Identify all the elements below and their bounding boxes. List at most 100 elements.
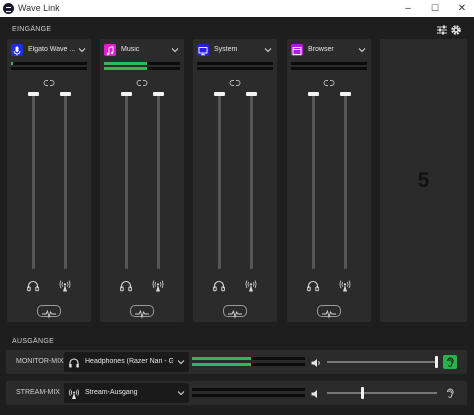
effects-waveform-button[interactable] xyxy=(37,305,61,319)
chevron-down-icon[interactable] xyxy=(170,45,180,55)
link-icon[interactable] xyxy=(43,79,55,87)
inputs-section-label: EINGÄNGE xyxy=(12,26,52,33)
listen-toggle-button[interactable] xyxy=(443,386,457,400)
input-meter-left xyxy=(197,62,273,65)
link-icon[interactable] xyxy=(323,79,335,87)
output-device-select[interactable]: Headphones (Razer Nari - G... xyxy=(64,352,189,372)
volume-slider-knob[interactable] xyxy=(361,387,364,399)
stream-mix-slider-track[interactable] xyxy=(157,95,160,269)
close-button[interactable]: ✕ xyxy=(448,0,474,17)
outputs-section-label: AUSGÄNGE xyxy=(12,338,55,345)
window-title: Wave Link xyxy=(18,3,60,13)
output-device-name: Stream-Ausgang xyxy=(85,389,138,396)
output-meter-fill xyxy=(192,357,251,360)
output-meter-right xyxy=(192,394,305,397)
ear-icon xyxy=(446,388,454,398)
input-meter-fill xyxy=(11,62,13,65)
channel-name: System xyxy=(214,46,238,53)
output-row-stream-mix: STREAM-MIX Stream-Ausgang xyxy=(6,381,467,405)
chevron-down-icon[interactable] xyxy=(263,45,273,55)
input-meter-left xyxy=(291,62,367,65)
chevron-down-icon[interactable] xyxy=(357,45,367,55)
output-label: MONITOR-MIX xyxy=(16,358,64,365)
monitor-mix-slider-knob[interactable] xyxy=(214,92,225,96)
stream-mix-slider-track[interactable] xyxy=(344,95,347,269)
link-icon[interactable] xyxy=(136,79,148,87)
output-row-monitor-mix: MONITOR-MIX Headphones (Razer Nari - G..… xyxy=(6,350,467,374)
headphones-icon[interactable] xyxy=(26,279,40,293)
minimize-button[interactable]: – xyxy=(394,0,422,17)
waveform-icon xyxy=(38,306,60,323)
monitor-mix-slider-track[interactable] xyxy=(125,95,128,269)
waveform-icon xyxy=(131,306,153,323)
output-meter-right xyxy=(192,363,305,366)
stream-mix-slider-track[interactable] xyxy=(64,95,67,269)
waveform-icon xyxy=(318,306,340,323)
volume-slider-track[interactable] xyxy=(327,361,437,363)
monitor-mix-slider-knob[interactable] xyxy=(308,92,319,96)
input-meter-right xyxy=(197,67,273,70)
chevron-down-icon[interactable] xyxy=(77,45,87,55)
empty-channel-slot[interactable]: 5 xyxy=(380,39,467,322)
input-channel-strip: System xyxy=(193,39,277,322)
channel-name: Elgato Wave ... xyxy=(28,46,76,53)
stream-mix-slider-knob[interactable] xyxy=(153,92,164,96)
stream-mix-slider-knob[interactable] xyxy=(60,92,71,96)
link-icon[interactable] xyxy=(229,79,241,87)
wave-link-logo-icon xyxy=(3,3,14,14)
slot-number: 5 xyxy=(417,169,430,192)
input-meter-right xyxy=(291,67,367,70)
broadcast-icon xyxy=(68,387,80,399)
stream-mix-slider-track[interactable] xyxy=(250,95,253,269)
headphones-icon[interactable] xyxy=(119,279,133,293)
headphones-icon xyxy=(68,356,80,368)
output-device-select[interactable]: Stream-Ausgang xyxy=(64,383,189,403)
broadcast-icon[interactable] xyxy=(58,279,72,293)
broadcast-icon[interactable] xyxy=(244,279,258,293)
maximize-button[interactable]: ☐ xyxy=(421,0,449,17)
chevron-down-icon xyxy=(176,357,186,367)
input-meter-left xyxy=(11,62,87,65)
stream-mix-slider-knob[interactable] xyxy=(340,92,351,96)
input-meter-fill xyxy=(104,62,147,65)
chevron-down-icon xyxy=(176,388,186,398)
speaker-icon[interactable] xyxy=(310,356,322,368)
music-note-icon xyxy=(104,44,116,56)
microphone-icon xyxy=(11,44,23,56)
input-meter-right xyxy=(11,67,87,70)
monitor-mix-slider-track[interactable] xyxy=(218,95,221,269)
title-bar: Wave Link – ☐ ✕ xyxy=(0,0,474,17)
effects-waveform-button[interactable] xyxy=(223,305,247,319)
output-device-name: Headphones (Razer Nari - G... xyxy=(85,358,173,365)
channel-name: Music xyxy=(121,46,140,53)
broadcast-icon[interactable] xyxy=(151,279,165,293)
input-channel-strip: Music xyxy=(100,39,184,322)
input-meter-left xyxy=(104,62,180,65)
input-channel-strip: Elgato Wave ... xyxy=(7,39,91,322)
stream-mix-slider-knob[interactable] xyxy=(246,92,257,96)
monitor-mix-slider-track[interactable] xyxy=(32,95,35,269)
volume-slider-knob[interactable] xyxy=(435,356,438,368)
listen-toggle-button[interactable] xyxy=(443,355,457,369)
filter-settings-icon[interactable] xyxy=(436,24,448,36)
volume-slider-track[interactable] xyxy=(327,392,437,394)
monitor-mix-slider-track[interactable] xyxy=(312,95,315,269)
effects-waveform-button[interactable] xyxy=(317,305,341,319)
output-meter-fill xyxy=(192,363,251,366)
monitor-mix-slider-knob[interactable] xyxy=(28,92,39,96)
input-meter-right xyxy=(104,67,180,70)
monitor-icon xyxy=(197,44,209,56)
monitor-mix-slider-knob[interactable] xyxy=(121,92,132,96)
effects-waveform-button[interactable] xyxy=(130,305,154,319)
ear-icon xyxy=(446,357,454,367)
broadcast-icon[interactable] xyxy=(338,279,352,293)
headphones-icon[interactable] xyxy=(306,279,320,293)
speaker-icon[interactable] xyxy=(310,387,322,399)
output-meter-left xyxy=(192,357,305,360)
output-meter-left xyxy=(192,388,305,391)
gear-icon[interactable] xyxy=(450,24,462,36)
output-label: STREAM-MIX xyxy=(16,389,60,396)
headphones-icon[interactable] xyxy=(212,279,226,293)
channel-name: Browser xyxy=(308,46,334,53)
waveform-icon xyxy=(224,306,246,323)
